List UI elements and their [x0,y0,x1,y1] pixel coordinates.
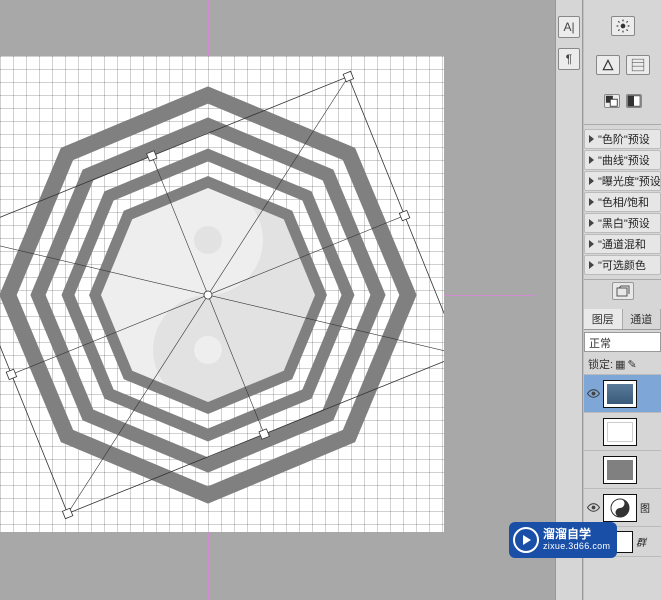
layer-thumb [603,418,637,446]
watermark-badge: 溜溜自学 zixue.3d66.com [509,522,617,558]
chevron-right-icon [589,135,594,143]
lock-label: 锁定: [588,356,613,372]
preset-huesat[interactable]: "色相/饱和 [584,192,661,212]
collapsed-panel-strip: A| ¶ [555,0,583,600]
preset-levels[interactable]: "色阶"预设 [584,129,661,149]
curves-icon[interactable] [626,55,650,75]
levels-icon[interactable] [596,55,620,75]
layer-thumb [603,456,637,484]
adjustments-panel [584,0,661,125]
visibility-eye-icon[interactable] [586,501,600,515]
blend-mode-select[interactable]: 正常 [584,332,661,352]
layer-name: 群 [636,534,646,549]
layer-row[interactable] [584,451,661,489]
visibility-empty[interactable] [586,425,600,439]
document[interactable] [0,56,444,532]
tab-channels[interactable]: 通道 [623,309,661,329]
brightness-icon[interactable] [611,16,635,36]
chevron-right-icon [589,240,594,248]
visibility-empty[interactable] [586,463,600,477]
chevron-right-icon [589,198,594,206]
swatch-small-icon[interactable] [604,94,620,108]
swatch-half-icon[interactable] [626,94,642,108]
watermark-url: zixue.3d66.com [543,542,610,552]
lock-row: 锁定: ▦ ✎ [584,354,661,375]
layer-row[interactable] [584,413,661,451]
visibility-eye-icon[interactable] [586,387,600,401]
chevron-right-icon [589,261,594,269]
layer-row[interactable] [584,375,661,413]
chevron-right-icon [589,219,594,227]
paragraph-panel-icon[interactable]: ¶ [558,48,580,70]
layer-name: 图 [640,500,650,515]
preset-bw[interactable]: "黑白"预设 [584,213,661,233]
canvas-area[interactable] [0,0,555,600]
artwork [0,56,444,532]
tab-layers[interactable]: 图层 [584,309,623,329]
chevron-right-icon [589,156,594,164]
presets-list: "色阶"预设 "曲线"预设 "曝光度"预设 "色相/饱和 "黑白"预设 "通道混… [584,125,661,280]
new-adjustment-icon[interactable] [612,282,634,300]
preset-curves[interactable]: "曲线"预设 [584,150,661,170]
preset-channelmix[interactable]: "通道混和 [584,234,661,254]
chevron-right-icon [589,177,594,185]
lock-brush-icon[interactable]: ✎ [627,358,636,371]
layer-thumb [603,494,637,522]
preset-selectivecolor[interactable]: "可选颜色 [584,255,661,275]
preset-exposure[interactable]: "曝光度"预设 [584,171,661,191]
play-icon [513,527,539,553]
layer-thumb [603,380,637,408]
lock-transparent-icon[interactable]: ▦ [615,358,625,371]
character-panel-icon[interactable]: A| [558,16,580,38]
watermark-title: 溜溜自学 [543,528,610,541]
